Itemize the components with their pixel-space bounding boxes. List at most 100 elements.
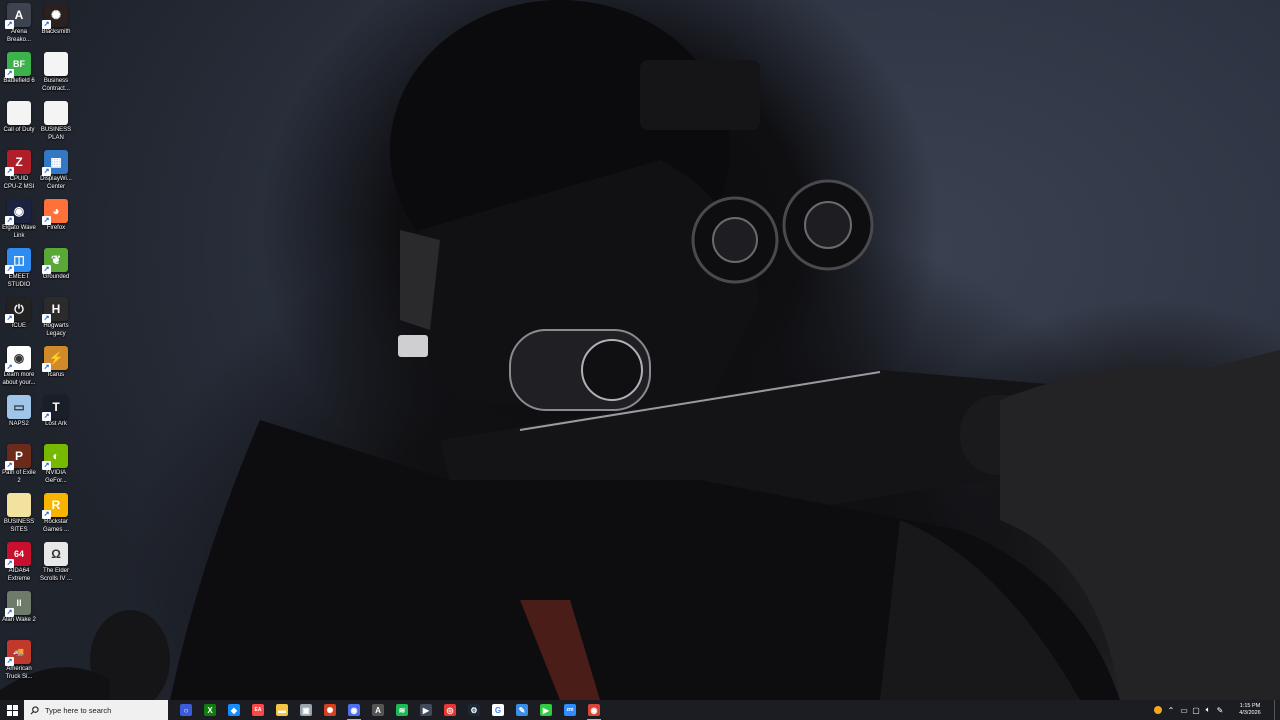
shortcut-arrow-icon: ↗ xyxy=(42,412,51,421)
desktop-icon[interactable]: 🚚 ↗ American Truck Si... xyxy=(0,640,38,681)
shortcut-arrow-icon: ↗ xyxy=(5,265,14,274)
taskbar-app-glyph: A xyxy=(375,705,381,715)
taskbar-app-button[interactable]: G xyxy=(486,700,510,720)
folder-doc-icon xyxy=(7,493,31,517)
desktop-icon[interactable]: Z ↗ CPUID CPU-Z MSI xyxy=(0,150,38,191)
taskbar-app-button[interactable]: ✎ xyxy=(510,700,534,720)
game-icon: A xyxy=(372,704,384,716)
taskbar-app-button[interactable]: ○ xyxy=(174,700,198,720)
file-explorer-icon: ▬ xyxy=(276,704,288,716)
desktop-icon[interactable]: ◉ ↗ Elgato Wave Link xyxy=(0,199,38,240)
desktop-icon-glyph: ◉ xyxy=(13,351,25,365)
shortcut-arrow-icon: ↗ xyxy=(5,20,14,29)
desktop-icon-label: American Truck Si... xyxy=(5,666,33,680)
taskbar-search-box[interactable]: Type here to search xyxy=(24,700,168,720)
network-icon[interactable]: ▭ xyxy=(1178,700,1190,720)
xbox-icon: X xyxy=(204,704,216,716)
grounded-icon: ❦ ↗ xyxy=(42,248,68,274)
taskbar-app-button[interactable]: ▣ xyxy=(294,700,318,720)
firefox-icon: ◕ ↗ xyxy=(42,199,68,225)
taskbar-app-button[interactable]: ◉ xyxy=(342,700,366,720)
desktop-icon[interactable]: Business Contract... xyxy=(37,52,75,93)
desktop-icon[interactable]: P ↗ Path of Exile 2 xyxy=(0,444,38,485)
desktop-icon[interactable]: ◉ ↗ Learn more about your... xyxy=(0,346,38,387)
search-icon xyxy=(30,705,39,714)
taskbar-app-button[interactable]: ▶ xyxy=(414,700,438,720)
desktop-icon-glyph: Z xyxy=(15,155,23,169)
desktop-icon[interactable]: BF ↗ Battlefield 6 xyxy=(0,52,38,86)
shortcut-arrow-icon: ↗ xyxy=(42,216,51,225)
shortcut-arrow-icon: ↗ xyxy=(42,167,51,176)
battlefield-icon: BF ↗ xyxy=(5,52,31,78)
taskbar-app-button[interactable]: ▬ xyxy=(270,700,294,720)
desktop-icon[interactable]: ❦ ↗ Grounded xyxy=(37,248,75,282)
chrome-icon: ◉ xyxy=(348,704,360,716)
volume-icon[interactable]: 🔈︎ xyxy=(1202,700,1214,720)
desktop-icon[interactable]: ▦ ↗ DisplayWi... Center xyxy=(37,150,75,191)
desktop-icon[interactable]: A ↗ Arena Breako... xyxy=(0,3,38,44)
display-tray-icon[interactable]: ▢ xyxy=(1190,700,1202,720)
taskbar-app-button[interactable]: A xyxy=(366,700,390,720)
battlenet-icon: ◆ xyxy=(228,704,240,716)
desktop-icon[interactable]: ⚡ ↗ Icarus xyxy=(37,346,75,380)
desktop-icon[interactable]: R ↗ Rockstar Games ... xyxy=(37,493,75,534)
start-button[interactable] xyxy=(0,700,24,720)
shortcut-arrow-icon: ↗ xyxy=(42,265,51,274)
shortcut-arrow-icon: ↗ xyxy=(5,216,14,225)
media-icon: ▶ xyxy=(420,704,432,716)
desktop-icon-glyph: ⏻ xyxy=(14,301,24,316)
taskbar-app-button[interactable]: ◉ xyxy=(582,700,606,720)
taskbar-app-button[interactable]: ≋ xyxy=(390,700,414,720)
desktop-icon-glyph: ◐ xyxy=(52,449,60,463)
show-hidden-icons-icon[interactable]: ⌃ xyxy=(1164,700,1178,720)
taskbar-app-button[interactable]: ✺ xyxy=(318,700,342,720)
shortcut-arrow-icon: ↗ xyxy=(5,69,14,78)
desktop-icon[interactable]: Call of Duty xyxy=(0,101,38,135)
desktop-icon[interactable]: ◐ ↗ NVIDIA GeFor... xyxy=(37,444,75,485)
windows-logo-icon xyxy=(6,704,18,716)
taskbar-app-glyph: ◆ xyxy=(230,705,238,715)
blacksmith-icon: ✺ ↗ xyxy=(42,3,68,29)
input-language-icon[interactable]: ✎ xyxy=(1214,700,1226,720)
desktop-icon-glyph: P xyxy=(14,449,23,463)
hogwarts-icon: H ↗ xyxy=(42,297,68,323)
shortcut-arrow-icon: ↗ xyxy=(42,461,51,470)
search-placeholder: Type here to search xyxy=(45,705,112,715)
shortcut-arrow-icon: ↗ xyxy=(5,559,14,568)
taskbar-app-button[interactable]: ⚙ xyxy=(462,700,486,720)
shortcut-arrow-icon: ↗ xyxy=(42,510,51,519)
icarus-icon: ⚡ ↗ xyxy=(42,346,68,372)
desktop-icon[interactable]: BUSINESS PLAN xyxy=(37,101,75,142)
desktop-icon[interactable]: ◕ ↗ Firefox xyxy=(37,199,75,233)
taskbar-app-button[interactable]: ▶ xyxy=(534,700,558,720)
taskbar-app-glyph: G xyxy=(494,705,502,715)
shortcut-arrow-icon: ↗ xyxy=(5,363,14,372)
taskbar-app-button[interactable]: EA xyxy=(246,700,270,720)
steam-icon: ⚙ xyxy=(468,704,480,716)
desktop-icon[interactable]: ▭ NAPS2 xyxy=(0,395,38,429)
notification-dot-icon[interactable] xyxy=(1152,700,1164,720)
desktop-icon[interactable]: BUSINESS SITES xyxy=(0,493,38,534)
desktop-icon[interactable]: II ↗ Alan Wake 2 xyxy=(0,591,38,625)
taskbar-app-button[interactable]: zm xyxy=(558,700,582,720)
desktop-icon[interactable]: ✺ ↗ Blacksmith xyxy=(37,3,75,37)
desktop-icon[interactable]: H ↗ Hogwarts Legacy xyxy=(37,297,75,338)
blacksmith-icon: ✺ xyxy=(324,704,336,716)
taskbar-app-button[interactable]: ◎ xyxy=(438,700,462,720)
desktop-icon[interactable]: ◫ ↗ EMEET STUDIO xyxy=(0,248,38,289)
desktop-icon-label: Icarus xyxy=(47,372,65,378)
nvidia-icon: ◐ ↗ xyxy=(42,444,68,470)
desktop-icon[interactable]: ⏻ ↗ iCUE xyxy=(0,297,38,331)
taskbar-clock[interactable]: 1:15 PM 4/3/2026 xyxy=(1230,703,1270,717)
desktop-icon[interactable]: 64 ↗ AIDA64 Extreme xyxy=(0,542,38,583)
document-icon xyxy=(7,101,31,125)
show-desktop-button[interactable] xyxy=(1274,700,1280,720)
desktop-icon[interactable]: Ω The Elder Scrolls IV ... xyxy=(37,542,75,583)
desktop-icon-label: Rockstar Games ... xyxy=(42,519,69,533)
taskbar-app-glyph: ◎ xyxy=(446,705,454,715)
taskbar-app-button[interactable]: ◆ xyxy=(222,700,246,720)
taskbar-app-button[interactable]: X xyxy=(198,700,222,720)
desktop-icon[interactable]: T ↗ Lost Ark xyxy=(37,395,75,429)
desktop-icon-glyph: ◫ xyxy=(13,253,25,267)
desktop-icon-glyph: ▦ xyxy=(50,155,62,169)
